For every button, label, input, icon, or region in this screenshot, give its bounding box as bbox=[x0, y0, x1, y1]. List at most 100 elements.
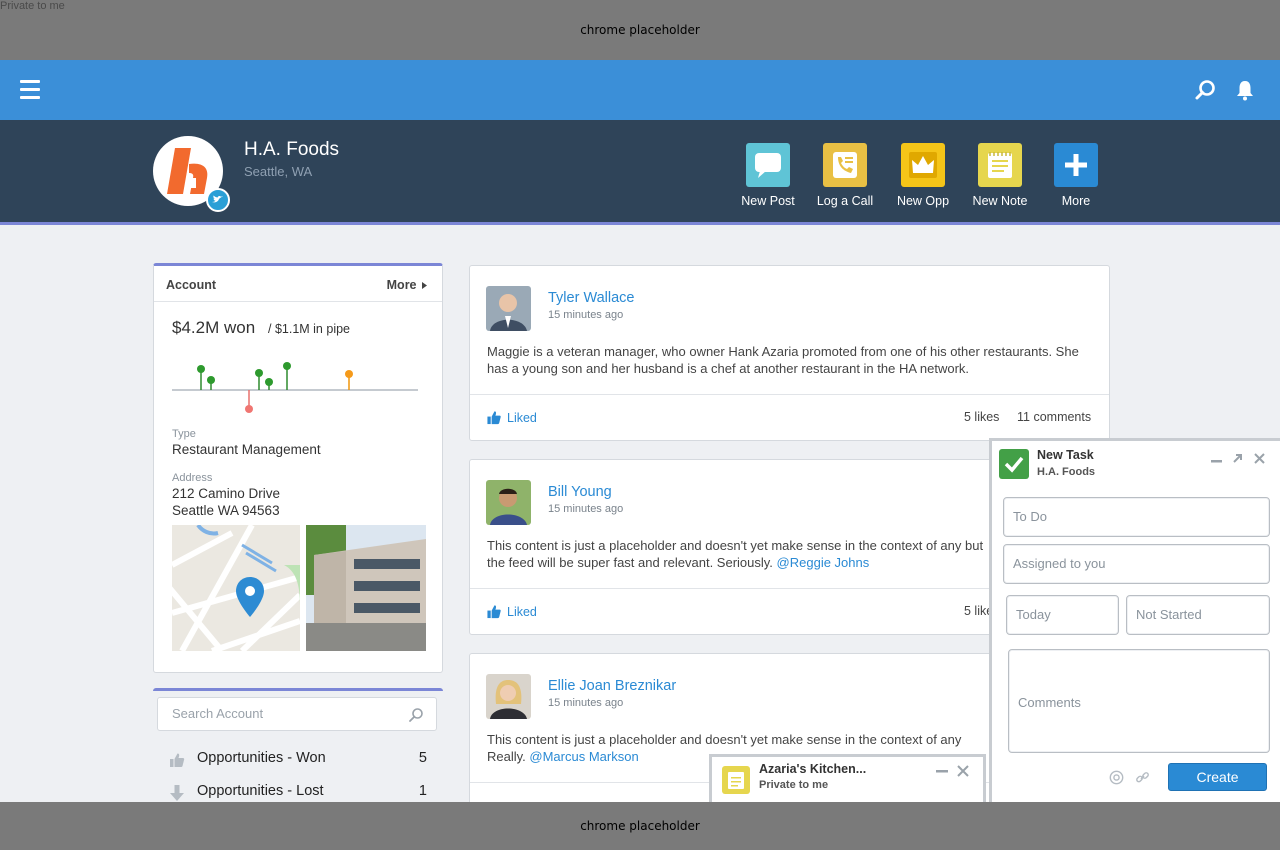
liked-label: Liked bbox=[507, 411, 537, 425]
search-account-box[interactable] bbox=[157, 697, 437, 731]
task-title: New Task bbox=[1037, 448, 1094, 462]
post-author[interactable]: Bill Young bbox=[548, 484, 612, 500]
account-title: Account bbox=[166, 278, 216, 292]
address-line-2: Seattle WA 94563 bbox=[172, 503, 280, 518]
chrome-top-label: chrome placeholder bbox=[580, 23, 700, 37]
company-location: Seattle, WA bbox=[244, 164, 313, 179]
account-related-card: Opportunities - Won 5 Opportunities - Lo… bbox=[153, 688, 443, 808]
due-date-input[interactable] bbox=[1016, 607, 1111, 622]
post-mention[interactable]: @Marcus Markson bbox=[529, 749, 638, 764]
timeline-pin-won bbox=[207, 376, 215, 390]
address-label: Address bbox=[172, 472, 213, 484]
post-author[interactable]: Tyler Wallace bbox=[548, 290, 634, 306]
timeline-pin-won bbox=[255, 369, 263, 390]
account-header: H.A. Foods Seattle, WA New Post Log a Ca… bbox=[0, 120, 1280, 225]
chat-bubble-icon bbox=[746, 143, 790, 187]
plus-icon bbox=[1054, 143, 1098, 187]
post-mention[interactable]: @Reggie Johns bbox=[777, 555, 870, 570]
account-more-link[interactable]: More bbox=[387, 278, 428, 292]
account-more-label: More bbox=[386, 278, 417, 292]
browser-chrome-bottom: chrome placeholder bbox=[0, 802, 1280, 850]
opportunities-lost-count: 1 bbox=[418, 783, 427, 799]
checkmark-icon bbox=[999, 449, 1029, 479]
post-footer: Liked 5 likes 11 comments bbox=[470, 394, 1109, 440]
post-body: Maggie is a veteran manager, who owner H… bbox=[487, 343, 1097, 377]
twitter-icon[interactable] bbox=[206, 188, 230, 212]
minimize-icon[interactable] bbox=[936, 770, 948, 774]
create-button[interactable]: Create bbox=[1168, 763, 1267, 791]
search-icon[interactable] bbox=[1193, 78, 1217, 102]
new-post-button[interactable]: New Post bbox=[733, 143, 803, 208]
opportunities-won-row[interactable]: Opportunities - Won 5 bbox=[167, 747, 431, 773]
top-nav-bar bbox=[0, 60, 1280, 120]
assigned-input[interactable] bbox=[1013, 556, 1253, 571]
link-icon[interactable] bbox=[1135, 770, 1150, 785]
thumbs-up-icon bbox=[487, 411, 501, 425]
post-body: This content is just a placeholder and d… bbox=[487, 537, 992, 571]
todo-field[interactable] bbox=[1003, 497, 1270, 537]
building-photo[interactable] bbox=[306, 525, 426, 651]
assigned-field[interactable] bbox=[1003, 544, 1270, 584]
mention-icon[interactable] bbox=[1109, 770, 1124, 785]
browser-chrome-top: chrome placeholder bbox=[0, 0, 1280, 60]
type-value: Restaurant Management bbox=[172, 442, 321, 457]
note-icon bbox=[978, 143, 1022, 187]
close-icon[interactable] bbox=[957, 765, 969, 777]
new-opp-button[interactable]: New Opp bbox=[888, 143, 958, 208]
timeline-pin-won bbox=[265, 378, 273, 390]
opportunities-won-label: Opportunities - Won bbox=[197, 750, 326, 766]
post-body-text: This content is just a placeholder and d… bbox=[487, 538, 984, 570]
log-a-call-button[interactable]: Log a Call bbox=[810, 143, 880, 208]
address-line-1: 212 Camino Drive bbox=[172, 486, 281, 501]
chrome-corner-label: Private to me bbox=[0, 0, 65, 12]
new-opp-label: New Opp bbox=[896, 194, 950, 208]
like-button[interactable]: Liked bbox=[486, 410, 537, 425]
log-a-call-label: Log a Call bbox=[816, 194, 874, 208]
more-actions-button[interactable]: More bbox=[1041, 143, 1111, 208]
opportunity-timeline-chart bbox=[172, 362, 418, 413]
post-time: 15 minutes ago bbox=[548, 309, 624, 321]
chrome-bottom-label: chrome placeholder bbox=[580, 819, 700, 833]
comments-count[interactable]: 11 comments bbox=[1017, 410, 1091, 424]
timeline-pin-lost bbox=[245, 390, 253, 413]
avatar[interactable] bbox=[486, 480, 531, 525]
thumbs-up-icon bbox=[170, 753, 185, 767]
note-title: Azaria's Kitchen... bbox=[759, 762, 867, 776]
expand-icon[interactable] bbox=[1232, 453, 1243, 464]
company-name: H.A. Foods bbox=[244, 139, 340, 160]
timeline-pin-pipe bbox=[345, 370, 353, 390]
comments-field[interactable] bbox=[1008, 649, 1270, 753]
feed-post: Tyler Wallace 15 minutes ago Maggie is a… bbox=[469, 265, 1110, 441]
likes-count[interactable]: 5 likes bbox=[964, 410, 999, 424]
account-card: Account More $4.2M won / $1.1M in pipe T… bbox=[153, 263, 443, 673]
post-time: 15 minutes ago bbox=[548, 697, 624, 709]
new-note-button[interactable]: New Note bbox=[965, 143, 1035, 208]
status-input[interactable] bbox=[1136, 607, 1261, 622]
menu-icon[interactable] bbox=[20, 80, 40, 100]
avatar[interactable] bbox=[486, 674, 531, 719]
search-icon[interactable] bbox=[408, 707, 424, 723]
minimize-icon[interactable] bbox=[1211, 460, 1222, 464]
like-button[interactable]: Liked bbox=[486, 604, 537, 619]
opportunities-won-count: 5 bbox=[418, 750, 427, 766]
comments-input[interactable] bbox=[1018, 695, 1258, 735]
avatar[interactable] bbox=[486, 286, 531, 331]
bell-icon[interactable] bbox=[1233, 78, 1257, 102]
note-dock-window[interactable]: Azaria's Kitchen... Private to me bbox=[709, 754, 986, 802]
caret-right-icon bbox=[422, 282, 427, 289]
new-post-label: New Post bbox=[741, 194, 795, 208]
timeline-pin-won bbox=[283, 362, 291, 390]
close-icon[interactable] bbox=[1254, 453, 1265, 464]
post-author[interactable]: Ellie Joan Breznikar bbox=[548, 678, 676, 694]
new-task-panel: New Task H.A. Foods Create bbox=[989, 438, 1280, 802]
search-account-input[interactable] bbox=[172, 706, 392, 721]
won-amount: $4.2M won bbox=[172, 318, 256, 337]
map-image[interactable] bbox=[172, 525, 300, 651]
new-note-label: New Note bbox=[972, 194, 1028, 208]
todo-input[interactable] bbox=[1013, 509, 1253, 524]
note-icon bbox=[722, 766, 750, 794]
phone-icon bbox=[823, 143, 867, 187]
status-field[interactable] bbox=[1126, 595, 1270, 635]
due-date-field[interactable] bbox=[1006, 595, 1119, 635]
post-body-text: Maggie is a veteran manager, who owner H… bbox=[487, 344, 1079, 376]
